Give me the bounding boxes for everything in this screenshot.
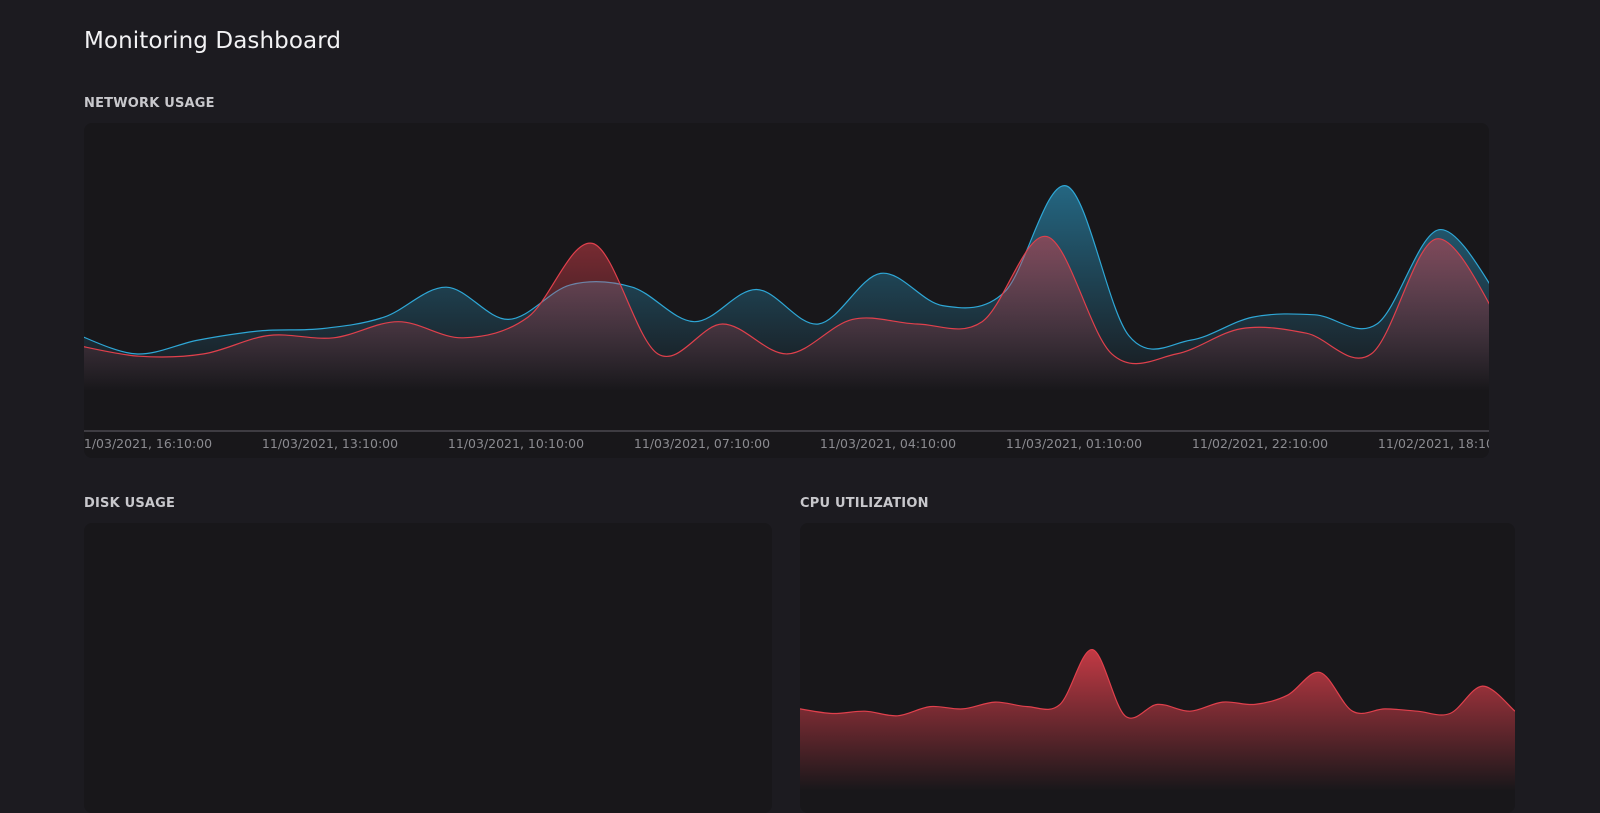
disk-usage-label: DISK USAGE (84, 496, 175, 511)
page-title: Monitoring Dashboard (84, 28, 341, 54)
cpu-utilization-chart (800, 523, 1515, 813)
cpu-utilization-panel (800, 523, 1515, 813)
network-x-tick-label: 11/03/2021, 07:10:00 (634, 436, 770, 451)
network-x-tick-label: 11/02/2021, 22:10:00 (1192, 436, 1328, 451)
network-usage-label: NETWORK USAGE (84, 96, 215, 111)
network-x-tick-label: 11/02/2021, 18:10:00 (1378, 436, 1489, 451)
network-x-tick-label: 11/03/2021, 16:10:00 (84, 436, 212, 451)
network-usage-chart: 11/03/2021, 16:10:00 11/03/2021, 13:10:00… (84, 123, 1489, 458)
disk-usage-chart (84, 523, 772, 813)
cpu-utilization-label: CPU UTILIZATION (800, 496, 929, 511)
network-x-tick-label: 11/03/2021, 04:10:00 (820, 436, 956, 451)
network-x-tick-label: 11/03/2021, 13:10:00 (262, 436, 398, 451)
network-x-tick-label: 11/03/2021, 01:10:00 (1006, 436, 1142, 451)
network-x-tick-label: 11/03/2021, 10:10:00 (448, 436, 584, 451)
disk-usage-panel (84, 523, 772, 813)
cpu-series-red-area (800, 650, 1515, 791)
network-usage-panel: 11/03/2021, 16:10:00 11/03/2021, 13:10:00… (84, 123, 1489, 458)
